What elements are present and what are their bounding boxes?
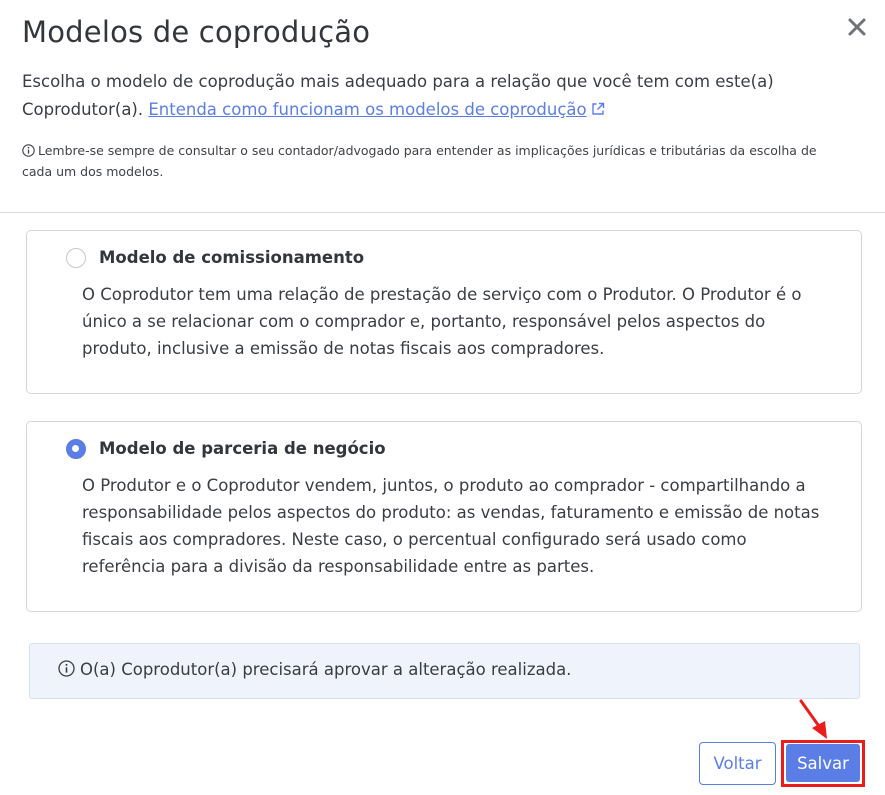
- radio-commission[interactable]: [66, 248, 86, 268]
- coproduction-models-modal: Modelos de coprodução Escolha o modelo d…: [0, 0, 885, 795]
- intro-paragraph: Escolha o modelo de coprodução mais adeq…: [22, 68, 842, 124]
- close-icon: [848, 18, 866, 36]
- option-card-partnership[interactable]: Modelo de parceria de negócio O Produtor…: [26, 421, 862, 612]
- legal-note: Lembre-se sempre de consultar o seu cont…: [22, 140, 822, 182]
- option-title: Modelo de comissionamento: [99, 248, 365, 267]
- models-help-link-label: Entenda como funcionam os modelos de cop…: [148, 100, 587, 119]
- back-button[interactable]: Voltar: [699, 742, 776, 785]
- option-description: O Produtor e o Coprodutor vendem, juntos…: [82, 476, 820, 576]
- radio-partnership[interactable]: [66, 439, 86, 459]
- option-title: Modelo de parceria de negócio: [99, 439, 386, 458]
- approval-alert: O(a) Coprodutor(a) precisará aprovar a a…: [29, 643, 860, 699]
- header-divider: [0, 212, 885, 213]
- red-arrow-icon: [799, 699, 827, 739]
- save-button[interactable]: Salvar: [786, 744, 860, 782]
- info-icon: [22, 144, 35, 157]
- option-card-commission[interactable]: Modelo de comissionamento O Coprodutor t…: [26, 230, 862, 394]
- alert-text: O(a) Coprodutor(a) precisará aprovar a a…: [80, 660, 572, 679]
- legal-note-text: Lembre-se sempre de consultar o seu cont…: [22, 143, 817, 179]
- modal-title: Modelos de coprodução: [22, 15, 371, 49]
- external-link-icon: [591, 102, 604, 115]
- close-button[interactable]: [844, 14, 870, 40]
- info-icon: [58, 660, 75, 677]
- models-help-link[interactable]: Entenda como funcionam os modelos de cop…: [148, 100, 605, 119]
- option-description: O Coprodutor tem uma relação de prestaçã…: [82, 285, 802, 358]
